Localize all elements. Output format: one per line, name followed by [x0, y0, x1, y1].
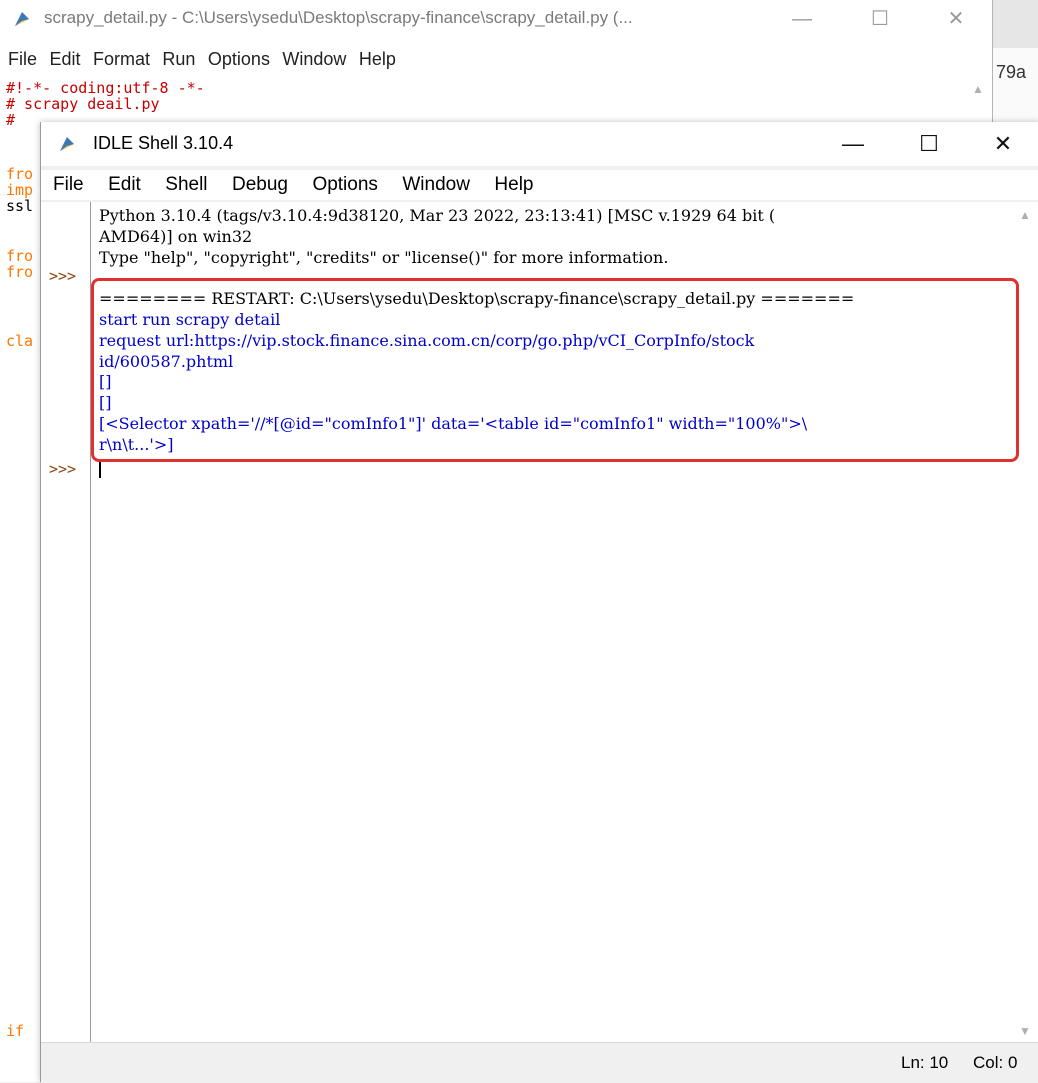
editor-title: scrapy_detail.py - C:\Users\ysedu\Deskto…: [44, 8, 633, 27]
shell-menu-edit[interactable]: Edit: [108, 170, 141, 200]
shell-menu-debug[interactable]: Debug: [232, 170, 288, 200]
editor-scroll-up-icon[interactable]: ▲: [972, 82, 984, 96]
editor-close-button[interactable]: ✕: [936, 0, 976, 38]
shell-menu-window[interactable]: Window: [402, 170, 470, 200]
banner-line: Python 3.10.4 (tags/v3.10.4:9d38120, Mar…: [99, 206, 776, 225]
code-fragment: cla: [6, 332, 34, 350]
shell-titlebar[interactable]: IDLE Shell 3.10.4 — ☐ ✕: [41, 122, 1038, 166]
editor-menubar: File Edit Format Run Options Window Help: [0, 44, 404, 74]
text-cursor: [99, 460, 101, 478]
shell-prompt: >>>: [49, 267, 77, 285]
banner-line: Type "help", "copyright", "credits" or "…: [99, 247, 669, 267]
code-fragment: if: [6, 1022, 25, 1040]
code-fragment: ssl: [6, 197, 34, 215]
shell-menu-shell[interactable]: Shell: [165, 170, 207, 200]
shell-scroll-up-icon[interactable]: ▲: [1019, 208, 1031, 222]
editor-menu-file[interactable]: File: [8, 44, 45, 74]
editor-titlebar[interactable]: scrapy_detail.py - C:\Users\ysedu\Deskto…: [0, 0, 992, 38]
editor-menu-window[interactable]: Window: [282, 44, 354, 74]
banner-line: AMD64)] on win32: [99, 226, 253, 246]
python-idle-icon: [60, 137, 74, 151]
shell-maximize-button[interactable]: ☐: [907, 122, 951, 166]
shell-menu-help[interactable]: Help: [494, 170, 533, 200]
editor-menu-edit[interactable]: Edit: [49, 44, 88, 74]
background-window-text: 79a: [996, 62, 1027, 82]
code-line: # scrapy deail.py: [6, 95, 160, 113]
editor-code-fragments-2: fro fro: [6, 248, 33, 280]
editor-code-fragments: fro imp ssl: [6, 166, 33, 214]
background-window-titlebar: [992, 0, 1038, 48]
shell-close-button[interactable]: ✕: [981, 122, 1025, 166]
editor-code-area[interactable]: #!-*- coding:utf-8 -*- # scrapy deail.py…: [6, 80, 205, 128]
code-line: #: [6, 111, 16, 129]
python-file-icon: [15, 12, 29, 26]
shell-text-area[interactable]: >>> >>> Python 3.10.4 (tags/v3.10.4:9d38…: [41, 202, 1038, 1042]
editor-minimize-button[interactable]: —: [782, 0, 822, 38]
shell-window: IDLE Shell 3.10.4 — ☐ ✕ File Edit Shell …: [40, 122, 1038, 1083]
editor-menu-format[interactable]: Format: [93, 44, 158, 74]
status-column-number: Col: 0: [973, 1053, 1018, 1072]
shell-minimize-button[interactable]: —: [831, 122, 875, 166]
prompt-gutter: >>> >>>: [41, 202, 91, 1042]
status-line-number: Ln: 10: [901, 1053, 949, 1072]
code-fragment: fro: [6, 263, 34, 281]
shell-prompt: >>>: [49, 460, 77, 478]
editor-menu-options[interactable]: Options: [208, 44, 278, 74]
editor-maximize-button[interactable]: ☐: [860, 0, 900, 38]
shell-menubar: File Edit Shell Debug Options Window Hel…: [41, 170, 1038, 200]
shell-menu-options[interactable]: Options: [312, 170, 377, 200]
shell-title: IDLE Shell 3.10.4: [93, 133, 234, 153]
shell-statusbar: Ln: 10 Col: 0: [41, 1042, 1038, 1083]
shell-scroll-down-icon[interactable]: ▼: [1019, 1024, 1031, 1038]
editor-menu-run[interactable]: Run: [162, 44, 203, 74]
shell-menu-file[interactable]: File: [53, 170, 84, 200]
editor-menu-help[interactable]: Help: [359, 44, 404, 74]
annotation-highlight-box: [91, 278, 1019, 462]
